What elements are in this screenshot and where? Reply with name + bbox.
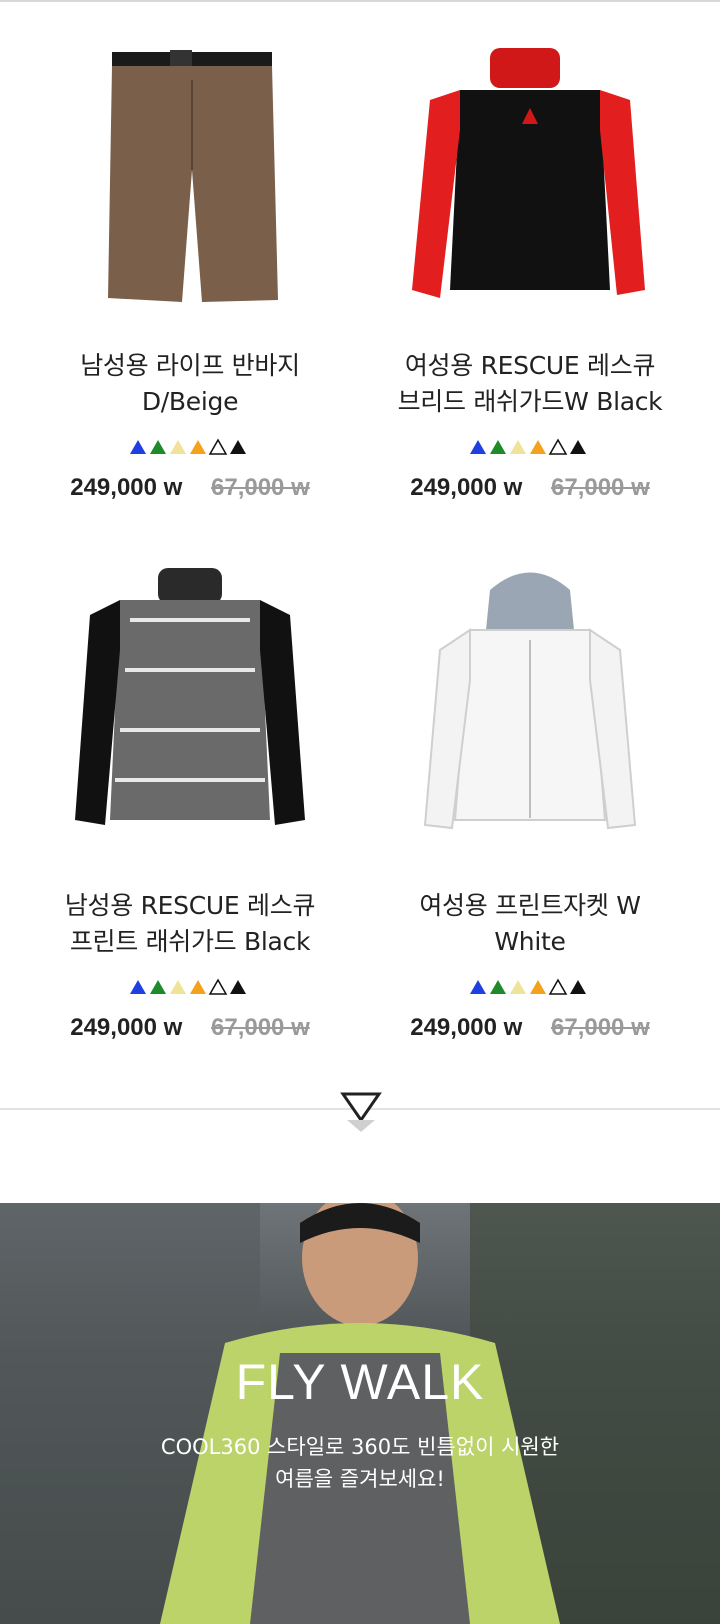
swatch-icons [130, 978, 246, 995]
product-name[interactable]: 남성용 RESCUE 레스큐 [20, 888, 360, 924]
price-row: 249,000 w 67,000 w [360, 1014, 700, 1042]
sale-price: 249,000 w [70, 474, 183, 501]
swatch-icons [470, 438, 586, 455]
banner-title: FLY WALK [235, 1354, 485, 1410]
product-name-line2[interactable]: D/Beige [20, 384, 360, 420]
price-row: 249,000 w 67,000 w [20, 1014, 360, 1042]
top-divider [0, 0, 720, 2]
banner-photo [0, 1203, 720, 1624]
banner-subtitle: COOL360 스타일로 360도 빈틈없이 시원한 여름을 즐겨보세요! [0, 1431, 720, 1495]
print-rashguard-image[interactable] [20, 560, 360, 850]
shorts-image[interactable] [20, 20, 360, 310]
swatch-icons [470, 978, 586, 995]
color-swatches [360, 438, 700, 461]
product-name[interactable]: 여성용 프린트자켓 W [360, 888, 700, 924]
promo-banner[interactable]: FLY WALK COOL360 스타일로 360도 빈틈없이 시원한 여름을 … [0, 1203, 720, 1624]
product-name-line2[interactable]: 프린트 래쉬가드 Black [20, 924, 360, 960]
load-more-button[interactable] [339, 1090, 383, 1134]
price-row: 249,000 w 67,000 w [360, 474, 700, 502]
color-swatches [20, 438, 360, 461]
banner-subtitle-line1: COOL360 스타일로 360도 빈틈없이 시원한 [160, 1435, 560, 1459]
original-price: 67,000 w [211, 1014, 310, 1041]
product-name-line2[interactable]: White [360, 924, 700, 960]
swatch-icons [130, 438, 246, 455]
print-jacket-image[interactable] [360, 560, 700, 850]
product-name-line2[interactable]: 브리드 래쉬가드W Black [360, 384, 700, 420]
sale-price: 249,000 w [70, 1014, 183, 1041]
original-price: 67,000 w [211, 474, 310, 501]
original-price: 67,000 w [551, 1014, 650, 1041]
sale-price: 249,000 w [410, 1014, 523, 1041]
price-row: 249,000 w 67,000 w [20, 474, 360, 502]
product-name[interactable]: 남성용 라이프 반바지 [20, 348, 360, 384]
sale-price: 249,000 w [410, 474, 523, 501]
color-swatches [360, 978, 700, 1001]
original-price: 67,000 w [551, 474, 650, 501]
product-name[interactable]: 여성용 RESCUE 레스큐 [360, 348, 700, 384]
rashguard-image[interactable] [360, 20, 700, 310]
color-swatches [20, 978, 360, 1001]
down-triangle-icon [340, 1092, 382, 1132]
banner-subtitle-line2: 여름을 즐겨보세요! [275, 1467, 445, 1491]
